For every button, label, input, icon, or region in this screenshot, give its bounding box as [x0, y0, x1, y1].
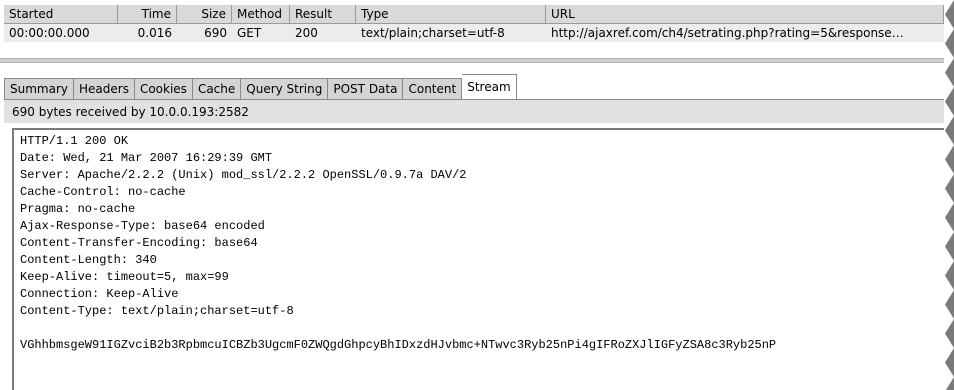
stream-line: Pragma: no-cache: [20, 202, 136, 216]
cell-method: GET: [237, 26, 262, 40]
cell-started: 00:00:00.000: [9, 26, 90, 40]
column-header-time[interactable]: Time: [118, 5, 177, 23]
tab-query-string[interactable]: Query String: [241, 78, 329, 100]
tab-cookies[interactable]: Cookies: [134, 78, 193, 100]
stream-text: HTTP/1.1 200 OK Date: Wed, 21 Mar 2007 1…: [14, 130, 944, 354]
stream-line: VGhhbmsgeW91IGZvciB2b3RpbmcuICBZb3UgcmF0…: [20, 338, 777, 352]
stream-line: Cache-Control: no-cache: [20, 185, 186, 199]
column-header-result[interactable]: Result: [290, 5, 356, 23]
request-grid: Started Time Size Method Result Type URL…: [4, 5, 944, 45]
stream-info-bar: 690 bytes received by 10.0.0.193:2582: [4, 99, 944, 123]
stream-line: Content-Transfer-Encoding: base64: [20, 236, 258, 250]
tab-post-data[interactable]: POST Data: [328, 78, 404, 100]
tab-headers[interactable]: Headers: [74, 78, 135, 100]
stream-line: Connection: Keep-Alive: [20, 287, 179, 301]
stream-line: Date: Wed, 21 Mar 2007 16:29:39 GMT: [20, 151, 273, 165]
cell-size: 690: [204, 26, 227, 40]
torn-edge-decoration: [945, 0, 954, 390]
column-header-size[interactable]: Size: [177, 5, 232, 23]
stream-content-panel: HTTP/1.1 200 OK Date: Wed, 21 Mar 2007 1…: [12, 128, 944, 390]
stream-line: Server: Apache/2.2.2 (Unix) mod_ssl/2.2.…: [20, 168, 467, 182]
stream-line: Content-Type: text/plain;charset=utf-8: [20, 304, 294, 318]
column-header-type[interactable]: Type: [356, 5, 546, 23]
grid-header: Started Time Size Method Result Type URL: [4, 5, 944, 24]
cell-result: 200: [295, 26, 318, 40]
splitter[interactable]: [0, 58, 944, 63]
tab-summary[interactable]: Summary: [4, 78, 74, 100]
stream-line: Ajax-Response-Type: base64 encoded: [20, 219, 265, 233]
stream-line: Keep-Alive: timeout=5, max=99: [20, 270, 229, 284]
column-header-started[interactable]: Started: [4, 5, 118, 23]
http-debugger-window: Started Time Size Method Result Type URL…: [0, 0, 944, 390]
stream-line: HTTP/1.1 200 OK: [20, 134, 129, 148]
column-header-url[interactable]: URL: [546, 5, 944, 23]
tab-content[interactable]: Content: [403, 78, 463, 100]
cell-type: text/plain;charset=utf-8: [361, 26, 505, 40]
cell-time: 0.016: [137, 26, 172, 40]
detail-tabs: Summary Headers Cookies Cache Query Stri…: [4, 74, 517, 100]
column-header-method[interactable]: Method: [232, 5, 290, 23]
tab-cache[interactable]: Cache: [192, 78, 242, 100]
stream-line: Content-Length: 340: [20, 253, 157, 267]
cell-url: http://ajaxref.com/ch4/setrating.php?rat…: [551, 26, 904, 40]
table-row[interactable]: 00:00:00.000 0.016 690 GET 200 text/plai…: [4, 24, 944, 42]
tab-stream[interactable]: Stream: [462, 74, 517, 100]
